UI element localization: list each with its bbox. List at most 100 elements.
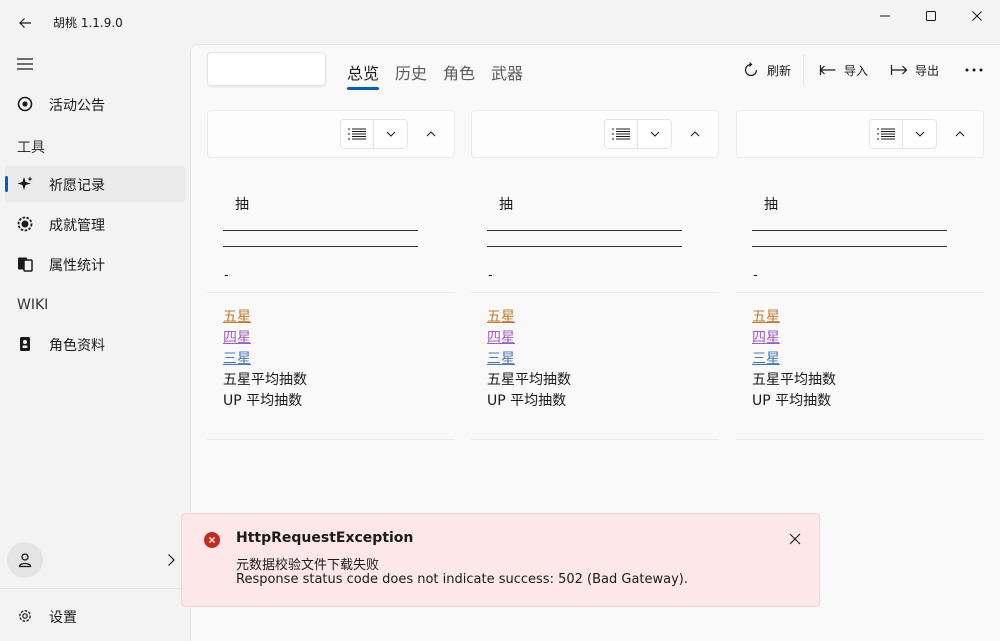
user-icon — [18, 553, 32, 568]
four-star-link[interactable]: 四星 — [752, 329, 780, 347]
view-dropdown-button[interactable] — [638, 120, 671, 148]
minimize-icon — [880, 15, 890, 17]
list-icon — [612, 128, 630, 140]
divider — [207, 439, 455, 440]
view-dropdown-button[interactable] — [374, 120, 407, 148]
tab-weapons[interactable]: 武器 — [491, 60, 523, 84]
sidebar-item-wish-history[interactable]: 祈愿记录 — [5, 166, 185, 202]
view-toggle[interactable] — [604, 119, 672, 149]
column-body: 抽 - 五星 四星 三星 五星平均抽数 UP 平均抽数 — [736, 158, 984, 440]
sidebar-item-label: 成就管理 — [49, 218, 105, 234]
user-expand-button[interactable] — [163, 552, 179, 568]
up-average-label: UP 平均抽数 — [223, 393, 303, 409]
five-star-link[interactable]: 五星 — [223, 308, 251, 326]
error-icon — [204, 532, 220, 548]
hamburger-menu-icon — [17, 58, 33, 70]
five-star-link[interactable]: 五星 — [752, 308, 780, 326]
close-icon — [789, 533, 801, 545]
tab-history[interactable]: 历史 — [395, 60, 427, 84]
four-star-link[interactable]: 四星 — [223, 329, 251, 347]
three-star-link[interactable]: 三星 — [752, 350, 780, 368]
user-avatar-button[interactable] — [7, 542, 43, 578]
column-body: 抽 - 五星 四星 三星 五星平均抽数 UP 平均抽数 — [207, 158, 455, 440]
sidebar-item-label: 角色资料 — [49, 338, 105, 354]
sidebar-item-announcements[interactable]: 活动公告 — [5, 86, 185, 122]
error-detail: Response status code does not indicate s… — [236, 572, 688, 587]
sidebar-item-characters[interactable]: 角色资料 — [5, 326, 185, 362]
sparkle-icon — [17, 176, 33, 192]
three-star-link[interactable]: 三星 — [223, 350, 251, 368]
divider — [736, 439, 984, 440]
toolbar-separator — [803, 55, 804, 85]
placeholder-dash: - — [753, 268, 758, 283]
infobar-close-button[interactable] — [780, 528, 810, 550]
sidebar-item-label: 祈愿记录 — [49, 178, 105, 194]
import-button[interactable]: 导入 — [818, 59, 868, 81]
gear-icon — [17, 608, 33, 624]
back-arrow-icon — [19, 18, 31, 28]
chevron-up-icon — [955, 131, 965, 137]
list-icon — [348, 128, 366, 140]
collapse-button[interactable] — [682, 123, 708, 145]
close-icon — [972, 11, 982, 21]
title-bar: 胡桃 1.1.9.0 — [0, 0, 1000, 44]
progress-line — [223, 246, 418, 247]
progress-line — [752, 246, 947, 247]
wish-type-combobox[interactable] — [207, 52, 326, 86]
pull-count-label: 抽 — [499, 197, 513, 213]
divider — [207, 292, 455, 293]
refresh-label: 刷新 — [767, 63, 792, 78]
view-dropdown-button[interactable] — [903, 120, 936, 148]
collapse-button[interactable] — [418, 123, 444, 145]
sidebar-item-label: 活动公告 — [49, 98, 105, 114]
hamburger-button[interactable] — [5, 46, 45, 82]
chevron-down-icon — [915, 131, 924, 137]
sidebar-item-achievements[interactable]: 成就管理 — [5, 206, 185, 242]
chevron-up-icon — [690, 131, 700, 137]
list-icon — [877, 128, 895, 140]
refresh-icon — [741, 60, 761, 80]
placeholder-dash: - — [224, 268, 229, 283]
list-view-button[interactable] — [870, 120, 904, 148]
chevron-down-icon — [650, 131, 659, 137]
view-toggle[interactable] — [340, 119, 408, 149]
minimize-button[interactable] — [862, 0, 908, 32]
chevron-down-icon — [386, 131, 395, 137]
error-infobar: HttpRequestException 元数据校验文件下载失败 Respons… — [181, 513, 820, 607]
collapse-button[interactable] — [947, 123, 973, 145]
tab-overview[interactable]: 总览 — [347, 60, 379, 84]
progress-line — [752, 230, 947, 231]
placeholder-dash: - — [488, 268, 493, 283]
five-star-average-label: 五星平均抽数 — [752, 372, 836, 388]
close-window-button[interactable] — [954, 0, 1000, 32]
column-body: 抽 - 五星 四星 三星 五星平均抽数 UP 平均抽数 — [471, 158, 719, 440]
selection-indicator — [5, 176, 8, 192]
five-star-link[interactable]: 五星 — [487, 308, 515, 326]
achievement-icon — [17, 216, 33, 232]
sidebar-item-settings[interactable]: 设置 — [5, 598, 185, 634]
progress-line — [223, 230, 418, 231]
error-title: HttpRequestException — [236, 530, 414, 546]
three-star-link[interactable]: 三星 — [487, 350, 515, 368]
refresh-button[interactable]: 刷新 — [741, 59, 791, 81]
sidebar-divider — [0, 588, 190, 589]
more-options-button[interactable] — [959, 59, 989, 81]
four-star-link[interactable]: 四星 — [487, 329, 515, 347]
list-view-button[interactable] — [341, 120, 375, 148]
export-button[interactable]: 导出 — [889, 59, 939, 81]
sidebar: 活动公告 工具 祈愿记录 成就管理 属性统计 WIKI 角色资料 设置 — [0, 44, 190, 641]
maximize-button[interactable] — [908, 0, 954, 32]
list-view-button[interactable] — [605, 120, 639, 148]
character-card-icon — [17, 336, 33, 352]
back-button[interactable] — [10, 8, 40, 38]
chevron-up-icon — [426, 131, 436, 137]
announcement-icon — [17, 96, 33, 112]
view-toggle[interactable] — [869, 119, 937, 149]
sidebar-item-stats[interactable]: 属性统计 — [5, 246, 185, 282]
up-average-label: UP 平均抽数 — [487, 393, 567, 409]
sidebar-item-label: 设置 — [49, 610, 77, 626]
sidebar-item-label: 属性统计 — [49, 258, 105, 274]
tab-characters[interactable]: 角色 — [443, 60, 475, 84]
error-message: 元数据校验文件下载失败 — [236, 558, 380, 573]
maximize-icon — [926, 11, 936, 21]
